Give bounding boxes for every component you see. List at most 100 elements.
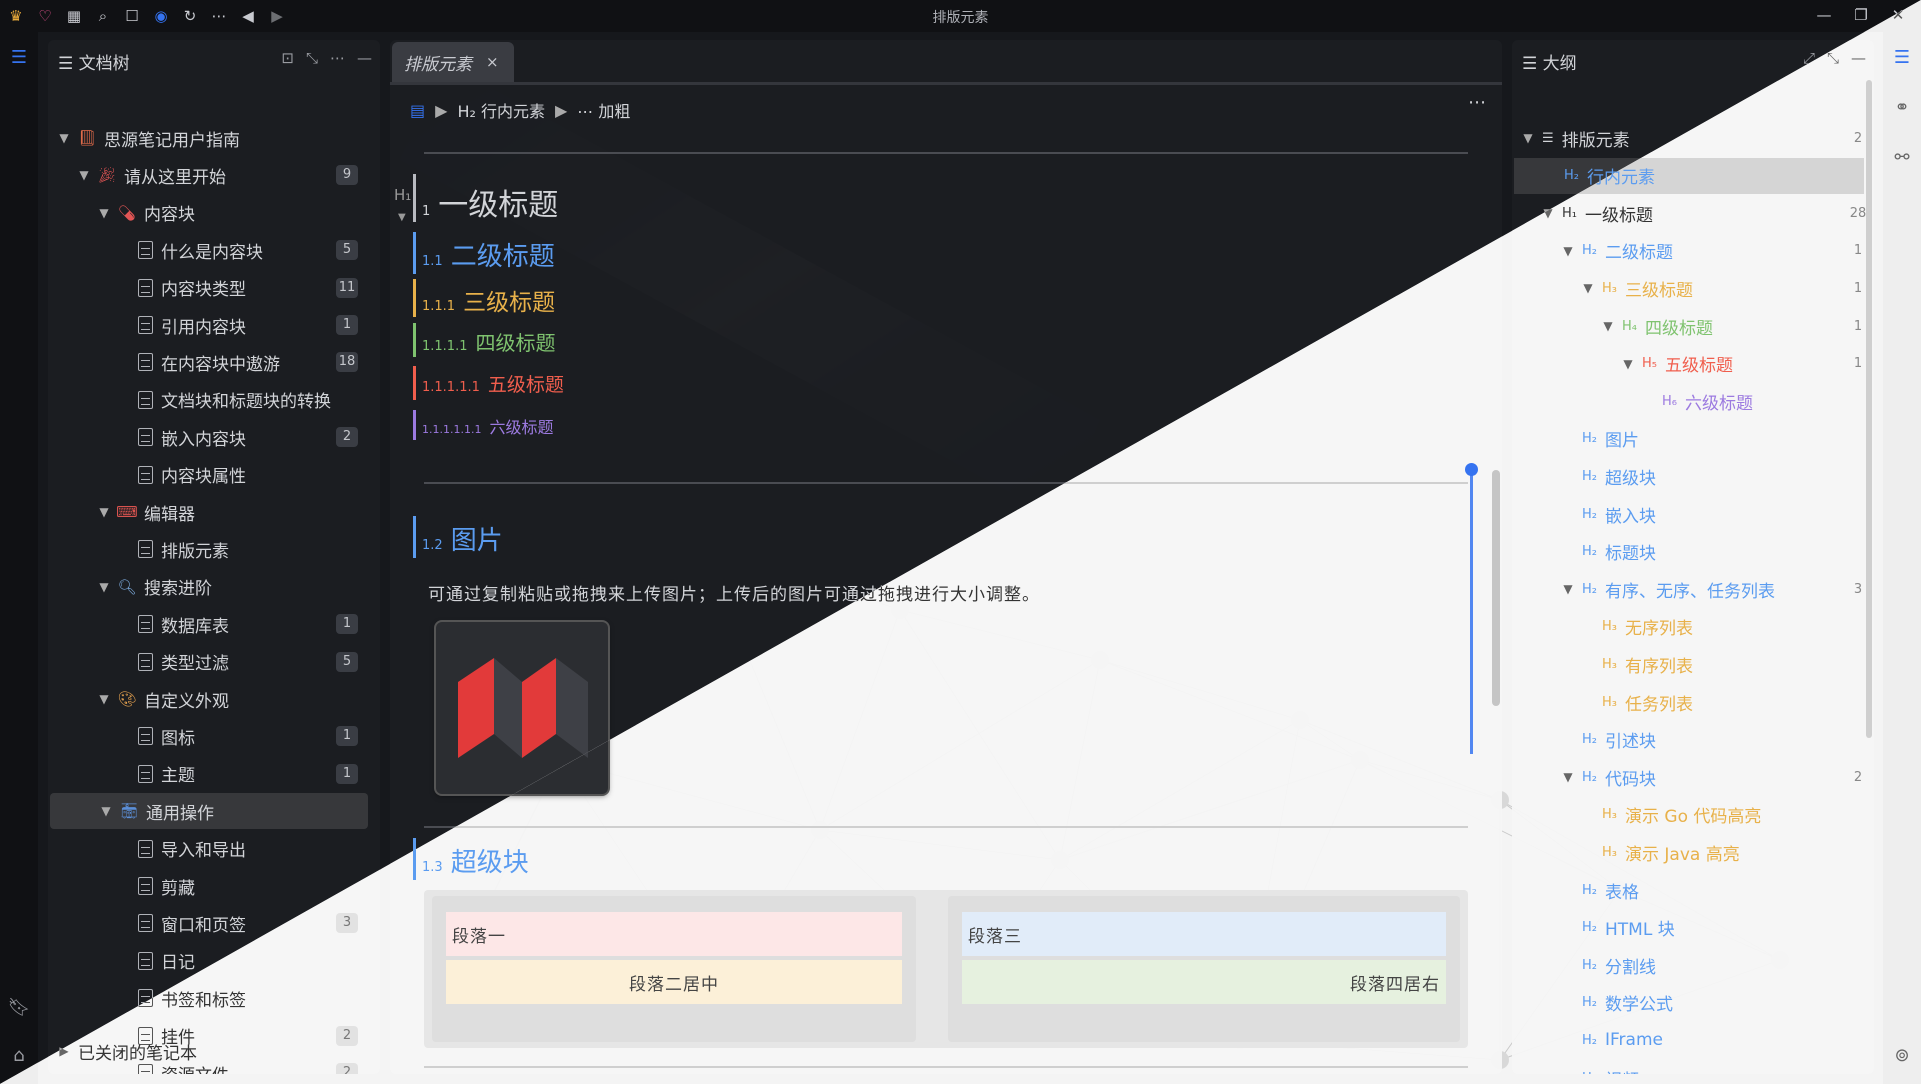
expand-arrow-icon[interactable]: ▼ <box>96 505 112 519</box>
pill-icon[interactable]: 💊︎ <box>116 202 138 224</box>
doc-tree-item[interactable]: 内容块属性 <box>48 457 370 493</box>
doc-tree-item[interactable]: 在内容块中遨游 18 <box>48 344 370 380</box>
graph-icon[interactable]: ⚭ <box>1889 94 1915 120</box>
outline-item[interactable]: H₃ 无序列表 <box>1512 609 1693 645</box>
outline-item[interactable]: ▼ H₅ 五级标题 1 <box>1512 346 1862 382</box>
expand-arrow-icon[interactable]: ▼ <box>1560 770 1576 784</box>
search-icon[interactable]: ⌕ <box>90 3 116 29</box>
back-icon[interactable]: ◀ <box>235 3 261 29</box>
backlink-icon[interactable]: ⊚ <box>1889 1042 1915 1068</box>
doc-tree-item[interactable]: 主题 1 <box>48 756 370 792</box>
heading-4[interactable]: 1.1.1.1 四级标题 <box>413 323 555 357</box>
heart-icon[interactable]: ♡ <box>32 3 58 29</box>
bookmark-icon[interactable]: 🔖︎ <box>6 994 32 1020</box>
document-icon[interactable] <box>138 615 153 634</box>
document-icon[interactable] <box>138 465 153 484</box>
doc-tree-item[interactable]: ▼ ⌨ 编辑器 <box>48 494 370 530</box>
expand-arrow-icon[interactable]: ▼ <box>1520 131 1536 145</box>
minimize-panel-icon[interactable]: — <box>357 49 372 67</box>
outline-item[interactable]: H₂ 数学公式 <box>1512 985 1673 1021</box>
paragraph-three[interactable]: 段落三 <box>962 912 1446 956</box>
doc-tree-item[interactable]: ▼ 🎨︎ 自定义外观 <box>48 681 370 717</box>
editor-scrollbar[interactable] <box>1492 470 1500 706</box>
document-icon[interactable] <box>138 540 153 559</box>
outline-item[interactable]: H₂ 分割线 <box>1512 947 1656 983</box>
tag-icon[interactable]: ⌂ <box>6 1042 32 1068</box>
outline-item[interactable]: H₂ IFrame <box>1512 1022 1663 1058</box>
document-icon[interactable] <box>138 316 153 334</box>
outline-item[interactable]: H₂ HTML 块 <box>1512 910 1675 946</box>
fold-icon[interactable]: ▼ <box>398 212 406 223</box>
doc-tree-item[interactable]: 类型过滤 5 <box>48 644 370 680</box>
outline-item[interactable]: H₂ 引述块 <box>1512 722 1656 758</box>
more-icon[interactable]: ⋯ <box>206 3 232 29</box>
palette-icon[interactable]: 🎨︎ <box>116 688 138 710</box>
outline-item[interactable]: H₆ 六级标题 <box>1512 383 1753 419</box>
expand-arrow-icon[interactable]: ▼ <box>96 580 112 594</box>
paragraph-two-centered[interactable]: 段落二居中 <box>446 960 902 1004</box>
document-icon[interactable] <box>138 353 153 372</box>
heading-5[interactable]: 1.1.1.1.1 五级标题 <box>413 366 564 400</box>
paragraph-one[interactable]: 段落一 <box>446 912 902 956</box>
doc-tree-item[interactable]: 引用内容块 1 <box>48 307 370 343</box>
refresh-icon[interactable]: ↻ <box>177 3 203 29</box>
magnifier-icon[interactable]: 🔍︎ <box>116 576 138 598</box>
doc-tree-item[interactable]: 图标 1 <box>48 718 370 754</box>
outline-item[interactable]: H₂ 图片 <box>1512 421 1639 457</box>
paragraph-four-right[interactable]: 段落四居右 <box>962 960 1446 1004</box>
tab-close-icon[interactable]: × <box>486 53 499 71</box>
document-icon[interactable]: ▤ <box>410 101 425 120</box>
keyboard-icon[interactable]: ⌨ <box>116 501 138 523</box>
doc-tree-item[interactable]: 导入和导出 <box>48 831 370 867</box>
calendar-icon[interactable]: ▦ <box>61 3 87 29</box>
expand-arrow-icon[interactable]: ▼ <box>96 692 112 706</box>
document-icon[interactable] <box>138 951 153 970</box>
outline-item[interactable]: ▼ H₂ 有序、无序、任务列表 3 <box>1512 571 1862 607</box>
expand-arrow-icon[interactable]: ▼ <box>1600 319 1616 333</box>
doc-tree-item[interactable]: 内容块类型 11 <box>48 270 370 306</box>
document-icon[interactable] <box>138 428 153 447</box>
doc-tree-item[interactable]: 什么是内容块 5 <box>48 232 370 268</box>
minimap-track[interactable] <box>1470 470 1473 754</box>
heading-1[interactable]: 1 一级标题 <box>413 174 558 224</box>
doc-tree-item[interactable]: 数据库表 1 <box>48 606 370 642</box>
minimap-handle[interactable] <box>1465 463 1478 476</box>
outline-item[interactable]: H₃ 任务列表 <box>1512 684 1693 720</box>
document-icon[interactable] <box>138 1064 153 1074</box>
document-icon[interactable] <box>138 241 153 260</box>
heading-images[interactable]: 1.2 图片 <box>413 516 503 558</box>
superblock[interactable]: 段落一 段落二居中 段落三 段落四居右 <box>424 890 1468 1048</box>
more-icon[interactable]: ⋯ <box>330 49 345 67</box>
party-icon[interactable]: 🎉︎ <box>96 164 118 186</box>
doc-tree-item[interactable]: 排版元素 <box>48 531 370 567</box>
expand-arrow-icon[interactable]: ▼ <box>1580 281 1596 295</box>
focus-icon[interactable]: ⊡ <box>281 49 294 67</box>
outline-item[interactable]: H₂ 视频 <box>1512 1060 1639 1075</box>
outline-item[interactable]: H₃ 演示 Go 代码高亮 <box>1512 797 1761 833</box>
outline-item[interactable]: ▼ H₂ 代码块 2 <box>1512 759 1862 795</box>
doc-tree-item[interactable]: ▼ 📕︎ 思源笔记用户指南 <box>48 120 370 156</box>
outline-item[interactable]: ▼ H₄ 四级标题 1 <box>1512 308 1862 344</box>
doc-tree-item[interactable]: 文档块和标题块的转换 <box>48 382 370 418</box>
heading-superblock[interactable]: 1.3 超级块 <box>413 838 529 880</box>
outline-item[interactable]: H₃ 有序列表 <box>1512 646 1693 682</box>
doc-tree-item[interactable]: ▼ 💊︎ 内容块 <box>48 195 370 231</box>
expand-arrow-icon[interactable]: ▼ <box>1560 244 1576 258</box>
doc-tree-item[interactable]: ▼ 🎉︎ 请从这里开始 9 <box>48 157 370 193</box>
tab-typesetting[interactable]: 排版元素 × <box>392 42 514 82</box>
tram-icon[interactable]: 🚋︎ <box>118 800 140 822</box>
expand-arrow-icon[interactable]: ▼ <box>98 804 114 818</box>
expand-arrow-icon[interactable]: ▼ <box>1620 357 1636 371</box>
heading-6[interactable]: 1.1.1.1.1.1 六级标题 <box>413 410 554 440</box>
minimize-panel-icon[interactable]: — <box>1851 49 1866 67</box>
outline-item[interactable]: ▼ H₂ 二级标题 1 <box>1512 233 1862 269</box>
outline-item[interactable]: ▼ ☰ 排版元素 2 <box>1512 120 1862 156</box>
doc-tree-item[interactable]: ▼ 🔍︎ 搜索进阶 <box>48 569 370 605</box>
document-icon[interactable] <box>138 914 153 933</box>
outline-scrollbar[interactable] <box>1866 80 1872 738</box>
document-icon[interactable] <box>138 278 153 297</box>
heading-marker[interactable]: H₁ <box>394 186 411 204</box>
breadcrumb-item[interactable]: ⋯ 加粗 <box>577 98 630 122</box>
document-icon[interactable] <box>138 652 153 671</box>
heading-2[interactable]: 1.1 二级标题 <box>413 232 555 274</box>
